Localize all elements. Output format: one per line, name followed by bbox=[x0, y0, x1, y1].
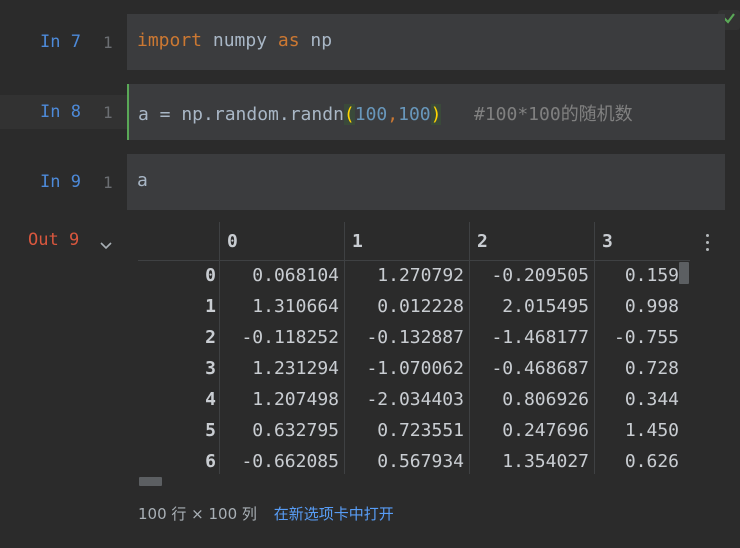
table-cell: 2.015495 bbox=[502, 296, 589, 317]
table-cell: -2.034403 bbox=[366, 389, 464, 410]
line-number: 1 bbox=[103, 33, 113, 52]
open-in-new-tab-link[interactable]: 在新选项卡中打开 bbox=[274, 505, 394, 523]
code-line: import numpy as np bbox=[137, 30, 333, 51]
table-cell: -0.132887 bbox=[366, 327, 464, 348]
code-line: a = np.random.randn(100,100) #100*100的随机… bbox=[138, 104, 633, 125]
table-cell: 1.310664 bbox=[252, 296, 339, 317]
table-cell: -0.118252 bbox=[241, 327, 339, 348]
column-header[interactable]: 2 bbox=[477, 231, 488, 252]
row-index: 4 bbox=[205, 389, 216, 410]
row-index: 0 bbox=[205, 265, 216, 286]
output-label: Out 9 bbox=[28, 230, 80, 250]
dataframe-table[interactable]: 0 1 2 3 0 0.068104 1.270792 -0.209505 0.… bbox=[138, 222, 690, 474]
table-cell: 1.354027 bbox=[502, 451, 589, 472]
shape-text: 100 行 × 100 列 bbox=[138, 505, 257, 523]
table-row: 0 0.068104 1.270792 -0.209505 0.159 bbox=[138, 265, 690, 296]
table-cell: 1.450 bbox=[624, 420, 679, 441]
table-cell: 0.344 bbox=[624, 389, 679, 410]
table-cell: -1.070062 bbox=[366, 358, 464, 379]
vertical-scrollbar-thumb[interactable] bbox=[679, 262, 689, 284]
column-header[interactable]: 0 bbox=[227, 231, 238, 252]
table-cell: 1.270792 bbox=[377, 265, 464, 286]
column-header[interactable]: 3 bbox=[602, 231, 613, 252]
table-row: 5 0.632795 0.723551 0.247696 1.450 bbox=[138, 420, 690, 451]
table-cell: 0.012228 bbox=[377, 296, 464, 317]
horizontal-scrollbar-thumb[interactable] bbox=[139, 477, 162, 486]
table-cell: -0.662085 bbox=[241, 451, 339, 472]
table-header: 0 1 2 3 bbox=[138, 222, 690, 260]
code-editor[interactable]: a bbox=[127, 154, 725, 210]
table-cell: 0.567934 bbox=[377, 451, 464, 472]
cell-label: In 7 bbox=[40, 32, 81, 52]
more-vertical-icon[interactable] bbox=[705, 234, 711, 252]
table-cell: -0.468687 bbox=[491, 358, 589, 379]
table-cell: 1.207498 bbox=[252, 389, 339, 410]
row-index: 3 bbox=[205, 358, 216, 379]
row-index: 6 bbox=[205, 451, 216, 472]
column-header[interactable]: 1 bbox=[352, 231, 363, 252]
table-cell: -0.209505 bbox=[491, 265, 589, 286]
line-number: 1 bbox=[103, 173, 113, 192]
table-cell: 0.068104 bbox=[252, 265, 339, 286]
row-index: 5 bbox=[205, 420, 216, 441]
table-row: 6 -0.662085 0.567934 1.354027 0.626 bbox=[138, 451, 690, 474]
table-cell: -1.468177 bbox=[491, 327, 589, 348]
table-cell: 0.626 bbox=[624, 451, 679, 472]
table-row: 2 -0.118252 -0.132887 -1.468177 -0.755 bbox=[138, 327, 690, 358]
table-cell: 1.231294 bbox=[252, 358, 339, 379]
collapse-output-chevron-down-icon[interactable] bbox=[100, 236, 112, 255]
cell-label: In 9 bbox=[40, 172, 81, 192]
table-cell: 0.159 bbox=[624, 265, 679, 286]
table-cell: 0.998 bbox=[624, 296, 679, 317]
table-row: 4 1.207498 -2.034403 0.806926 0.344 bbox=[138, 389, 690, 420]
table-cell: 0.728 bbox=[624, 358, 679, 379]
row-index: 1 bbox=[205, 296, 216, 317]
table-cell: 0.806926 bbox=[502, 389, 589, 410]
table-cell: 0.632795 bbox=[252, 420, 339, 441]
code-editor[interactable]: import numpy as np bbox=[127, 14, 725, 70]
table-row: 3 1.231294 -1.070062 -0.468687 0.728 bbox=[138, 358, 690, 389]
code-editor[interactable]: a = np.random.randn(100,100) #100*100的随机… bbox=[127, 84, 725, 140]
table-cell: 0.723551 bbox=[377, 420, 464, 441]
table-cell: -0.755 bbox=[613, 327, 679, 348]
table-cell: 0.247696 bbox=[502, 420, 589, 441]
cell-label: In 8 bbox=[40, 102, 81, 122]
code-line: a bbox=[137, 170, 148, 191]
row-index: 2 bbox=[205, 327, 216, 348]
line-number: 1 bbox=[103, 103, 113, 122]
table-row: 1 1.310664 0.012228 2.015495 0.998 bbox=[138, 296, 690, 327]
dataframe-footer: 100 行 × 100 列 在新选项卡中打开 bbox=[138, 503, 394, 524]
